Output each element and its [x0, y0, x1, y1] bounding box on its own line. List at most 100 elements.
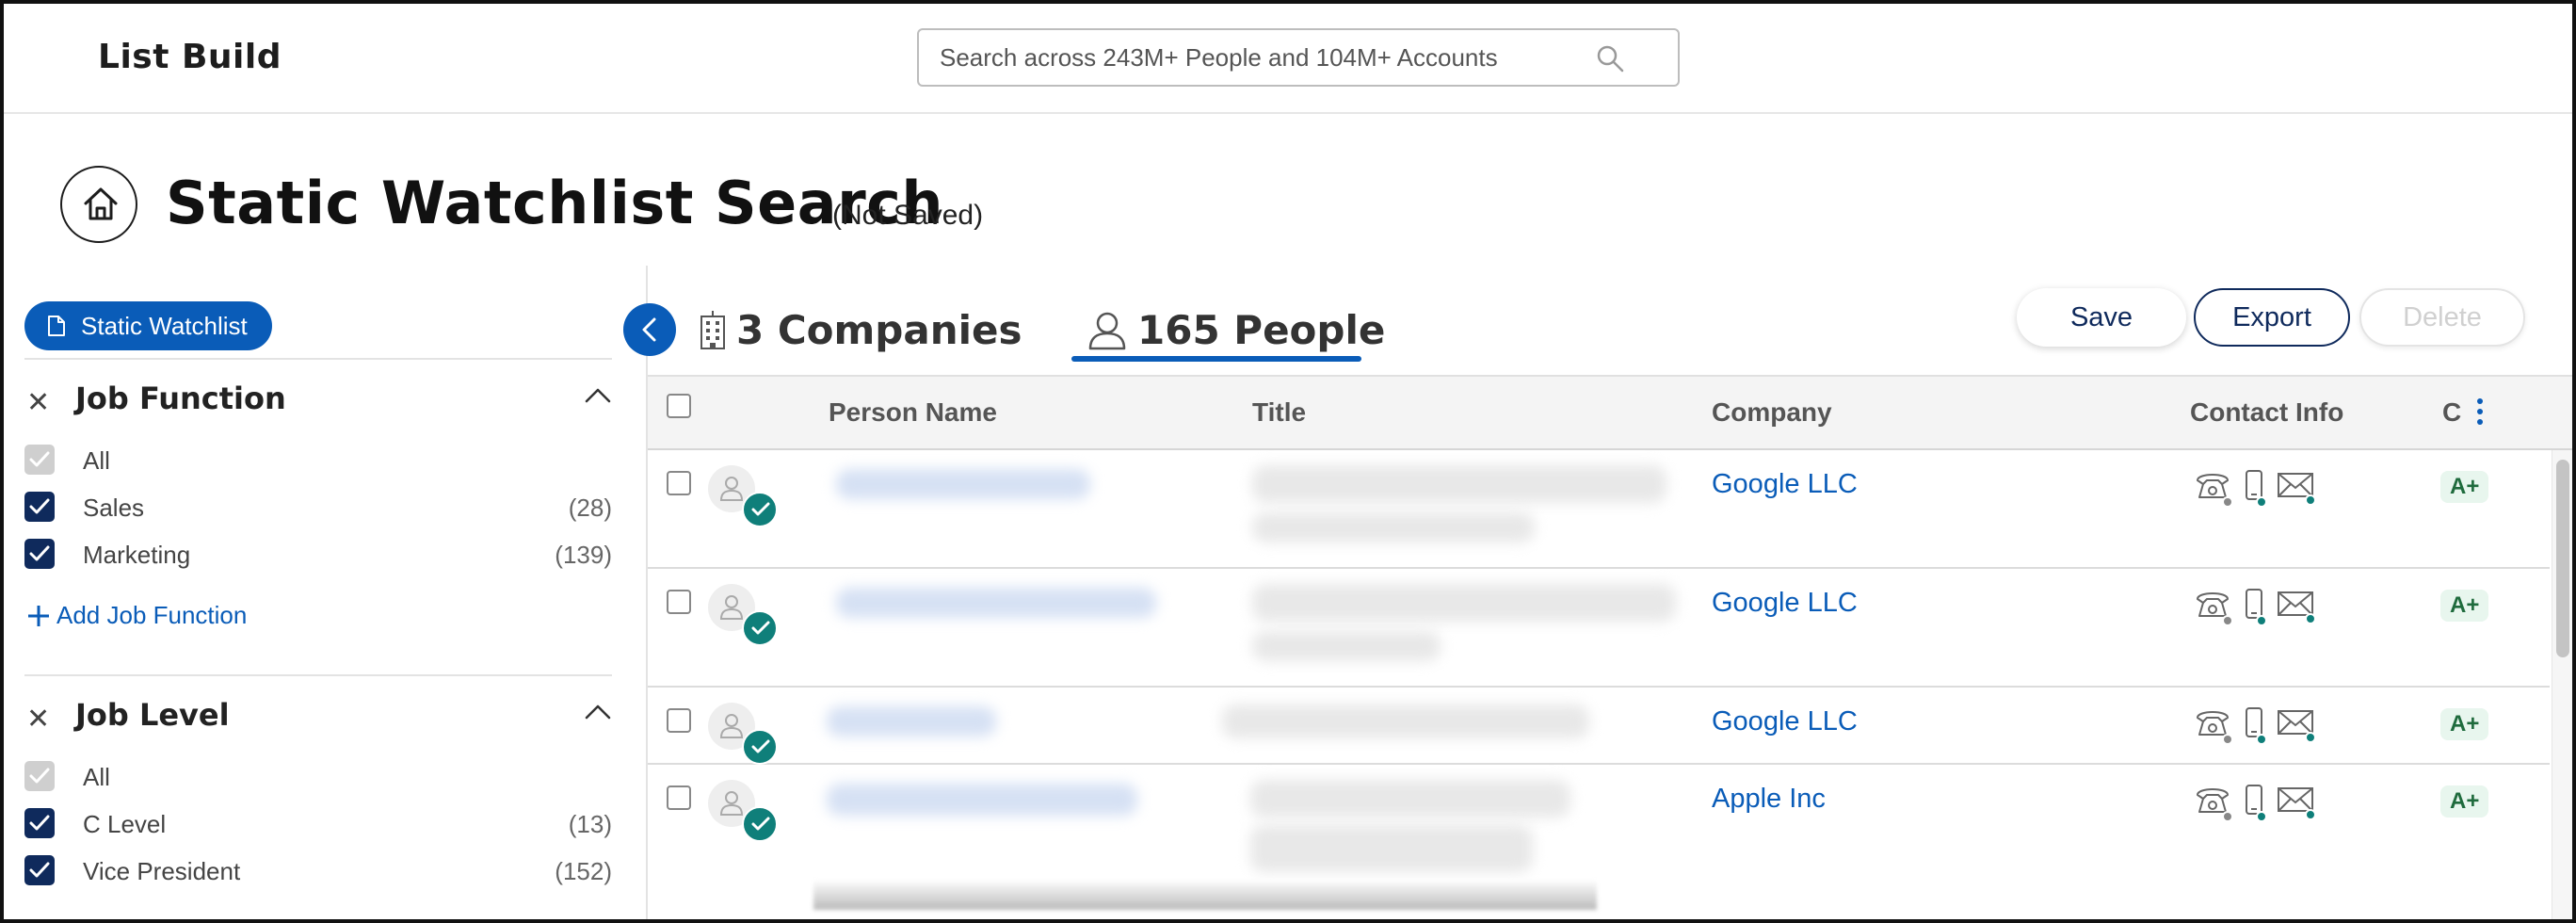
checkbox[interactable] [24, 808, 55, 838]
checkbox[interactable] [24, 761, 55, 791]
home-icon [84, 187, 118, 220]
title-redacted [1250, 825, 1533, 872]
remove-filter-icon[interactable]: ✕ [26, 386, 50, 419]
option-label: Marketing [83, 541, 191, 569]
static-watchlist-chip[interactable]: Static Watchlist [24, 301, 272, 350]
table-header: Person Name Title Company Contact Info C [648, 375, 2572, 450]
person-name-redacted [827, 784, 1137, 816]
row-checkbox[interactable] [667, 785, 691, 810]
mobile-icon[interactable] [2243, 469, 2267, 508]
check-icon [29, 815, 50, 831]
company-link[interactable]: Google LLC [1712, 588, 1858, 619]
company-link[interactable]: Google LLC [1712, 469, 1858, 500]
app-title: List Build [98, 38, 282, 76]
chip-label: Static Watchlist [81, 311, 248, 340]
person-icon [719, 791, 744, 816]
tab-people[interactable]: 165 People [1087, 296, 1385, 364]
filter-option-all[interactable]: All [24, 757, 612, 795]
app-window: List Build Static Watchlist Search (Not … [0, 0, 2576, 923]
global-search[interactable] [917, 28, 1680, 87]
column-header-c[interactable]: C [2442, 397, 2461, 428]
mobile-icon[interactable] [2243, 588, 2267, 626]
column-header-person-name[interactable]: Person Name [829, 397, 997, 428]
option-label: All [83, 446, 110, 475]
checkbox[interactable] [24, 539, 55, 569]
redaction-shade [813, 880, 1597, 910]
grade-badge: A+ [2440, 785, 2489, 818]
phone-icon[interactable] [2194, 588, 2233, 626]
column-header-contact-info[interactable]: Contact Info [2190, 397, 2343, 428]
person-icon [719, 714, 744, 738]
table-scrollbar[interactable] [2552, 450, 2572, 919]
chevron-up-icon[interactable] [584, 703, 612, 721]
company-link[interactable]: Apple Inc [1712, 784, 1826, 815]
contact-info [2194, 784, 2316, 822]
filter-section-job-level[interactable]: ✕ Job Level [24, 693, 612, 740]
table-row[interactable]: Google LLC A+ [648, 569, 2550, 688]
option-label: All [83, 763, 110, 791]
tab-companies[interactable]: 3 Companies [699, 296, 1022, 364]
column-header-title[interactable]: Title [1252, 397, 1306, 428]
filter-option-c-level[interactable]: C Level (13) [24, 804, 612, 842]
table-row[interactable]: Google LLC A+ [648, 688, 2550, 765]
scrollbar-thumb[interactable] [2556, 460, 2569, 657]
home-button[interactable] [60, 166, 137, 243]
column-menu-icon[interactable] [2476, 396, 2484, 428]
contact-info [2194, 706, 2316, 745]
email-icon[interactable] [2277, 590, 2316, 624]
search-input[interactable] [940, 30, 1599, 85]
phone-icon[interactable] [2194, 784, 2233, 822]
column-header-company[interactable]: Company [1712, 397, 1832, 428]
title-redacted [1250, 780, 1570, 818]
mobile-icon[interactable] [2243, 706, 2267, 745]
check-icon [29, 862, 50, 878]
filter-section-job-function[interactable]: ✕ Job Function [24, 377, 612, 424]
chevron-up-icon[interactable] [584, 386, 612, 405]
title-redacted [1252, 631, 1441, 661]
export-button[interactable]: Export [2194, 288, 2350, 347]
option-label: Vice President [83, 857, 241, 885]
title-redacted [1252, 512, 1535, 542]
email-icon[interactable] [2277, 708, 2316, 743]
title-redacted [1252, 584, 1676, 622]
email-icon[interactable] [2277, 471, 2316, 506]
row-checkbox[interactable] [667, 708, 691, 733]
grade-badge: A+ [2440, 590, 2489, 622]
mobile-icon[interactable] [2243, 784, 2267, 822]
save-button[interactable]: Save [2017, 288, 2186, 347]
contact-info [2194, 469, 2316, 508]
contact-info [2194, 588, 2316, 626]
plus-icon [28, 605, 49, 626]
row-checkbox[interactable] [667, 471, 691, 495]
person-icon [719, 477, 744, 501]
remove-filter-icon[interactable]: ✕ [26, 703, 50, 736]
top-bar: List Build [4, 4, 2572, 114]
grade-badge: A+ [2440, 708, 2489, 740]
add-job-function-link[interactable]: Add Job Function [26, 601, 247, 630]
select-all-checkbox[interactable] [667, 394, 691, 418]
email-icon[interactable] [2277, 785, 2316, 820]
chevron-left-icon [642, 317, 656, 342]
filter-option-marketing[interactable]: Marketing (139) [24, 535, 612, 573]
phone-icon[interactable] [2194, 706, 2233, 745]
verified-badge-icon [742, 610, 778, 646]
document-icon [48, 316, 65, 336]
phone-icon[interactable] [2194, 469, 2233, 508]
delete-button[interactable]: Delete [2359, 288, 2525, 347]
person-name-redacted [827, 706, 996, 737]
search-icon[interactable] [1595, 43, 1625, 73]
company-link[interactable]: Google LLC [1712, 706, 1858, 737]
table-row[interactable]: Google LLC A+ [648, 450, 2550, 569]
checkbox[interactable] [24, 855, 55, 885]
row-checkbox[interactable] [667, 590, 691, 614]
filter-option-sales[interactable]: Sales (28) [24, 488, 612, 526]
checkbox[interactable] [24, 445, 55, 475]
filter-option-vice-president[interactable]: Vice President (152) [24, 851, 612, 889]
filter-section-title: Job Level [75, 697, 230, 733]
filter-option-all[interactable]: All [24, 441, 612, 478]
collapse-sidebar-button[interactable] [623, 303, 676, 356]
checkbox[interactable] [24, 492, 55, 522]
verified-badge-icon [742, 806, 778, 842]
check-icon [29, 768, 50, 784]
check-icon [29, 545, 50, 561]
